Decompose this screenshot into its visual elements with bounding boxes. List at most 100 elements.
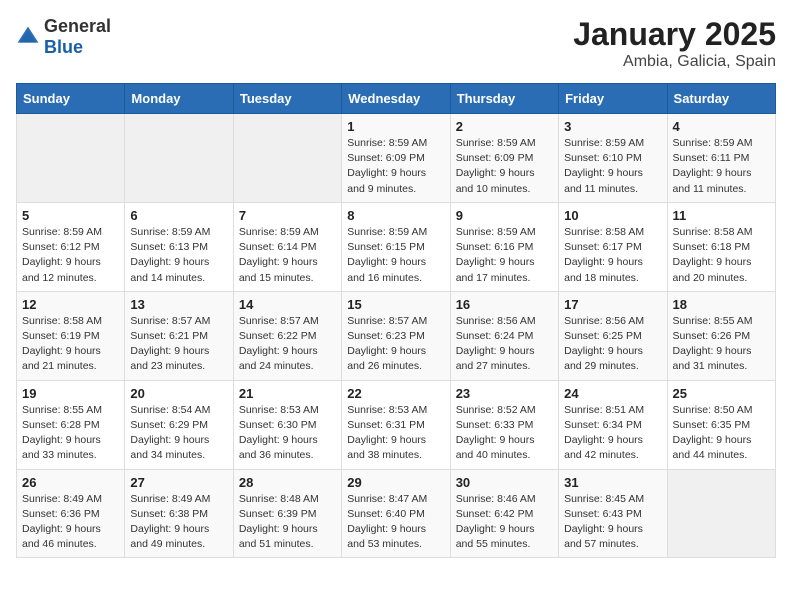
cell-w1d0: 5 Sunrise: 8:59 AMSunset: 6:12 PMDayligh… xyxy=(17,202,125,291)
day-number: 1 xyxy=(347,119,444,134)
day-number: 27 xyxy=(130,475,227,490)
cell-w3d5: 24 Sunrise: 8:51 AMSunset: 6:34 PMDaylig… xyxy=(559,380,667,469)
cell-w1d4: 9 Sunrise: 8:59 AMSunset: 6:16 PMDayligh… xyxy=(450,202,558,291)
cell-w1d2: 7 Sunrise: 8:59 AMSunset: 6:14 PMDayligh… xyxy=(233,202,341,291)
cell-w1d1: 6 Sunrise: 8:59 AMSunset: 6:13 PMDayligh… xyxy=(125,202,233,291)
day-number: 13 xyxy=(130,297,227,312)
day-number: 20 xyxy=(130,386,227,401)
week-row-1: 5 Sunrise: 8:59 AMSunset: 6:12 PMDayligh… xyxy=(17,202,776,291)
logo-icon xyxy=(16,25,40,49)
cell-w4d0: 26 Sunrise: 8:49 AMSunset: 6:36 PMDaylig… xyxy=(17,469,125,558)
day-number: 19 xyxy=(22,386,119,401)
header-sunday: Sunday xyxy=(17,84,125,114)
day-detail: Sunrise: 8:45 AMSunset: 6:43 PMDaylight:… xyxy=(564,493,644,551)
day-detail: Sunrise: 8:59 AMSunset: 6:16 PMDaylight:… xyxy=(456,226,536,284)
day-number: 6 xyxy=(130,208,227,223)
cell-w0d3: 1 Sunrise: 8:59 AMSunset: 6:09 PMDayligh… xyxy=(342,114,450,203)
day-detail: Sunrise: 8:49 AMSunset: 6:36 PMDaylight:… xyxy=(22,493,102,551)
day-number: 26 xyxy=(22,475,119,490)
day-number: 4 xyxy=(673,119,770,134)
day-detail: Sunrise: 8:50 AMSunset: 6:35 PMDaylight:… xyxy=(673,404,753,462)
day-number: 11 xyxy=(673,208,770,223)
logo: General Blue xyxy=(16,16,111,58)
day-number: 2 xyxy=(456,119,553,134)
day-detail: Sunrise: 8:54 AMSunset: 6:29 PMDaylight:… xyxy=(130,404,210,462)
day-detail: Sunrise: 8:59 AMSunset: 6:15 PMDaylight:… xyxy=(347,226,427,284)
cell-w3d2: 21 Sunrise: 8:53 AMSunset: 6:30 PMDaylig… xyxy=(233,380,341,469)
calendar-header: Sunday Monday Tuesday Wednesday Thursday… xyxy=(17,84,776,114)
day-number: 17 xyxy=(564,297,661,312)
day-number: 14 xyxy=(239,297,336,312)
day-number: 7 xyxy=(239,208,336,223)
day-detail: Sunrise: 8:46 AMSunset: 6:42 PMDaylight:… xyxy=(456,493,536,551)
cell-w3d3: 22 Sunrise: 8:53 AMSunset: 6:31 PMDaylig… xyxy=(342,380,450,469)
day-detail: Sunrise: 8:59 AMSunset: 6:14 PMDaylight:… xyxy=(239,226,319,284)
day-number: 24 xyxy=(564,386,661,401)
day-number: 15 xyxy=(347,297,444,312)
day-number: 16 xyxy=(456,297,553,312)
calendar-table: Sunday Monday Tuesday Wednesday Thursday… xyxy=(16,83,776,558)
header-row: Sunday Monday Tuesday Wednesday Thursday… xyxy=(17,84,776,114)
header-wednesday: Wednesday xyxy=(342,84,450,114)
day-number: 9 xyxy=(456,208,553,223)
cell-w2d5: 17 Sunrise: 8:56 AMSunset: 6:25 PMDaylig… xyxy=(559,291,667,380)
day-number: 5 xyxy=(22,208,119,223)
cell-w3d6: 25 Sunrise: 8:50 AMSunset: 6:35 PMDaylig… xyxy=(667,380,775,469)
header-tuesday: Tuesday xyxy=(233,84,341,114)
cell-w0d6: 4 Sunrise: 8:59 AMSunset: 6:11 PMDayligh… xyxy=(667,114,775,203)
day-number: 31 xyxy=(564,475,661,490)
day-detail: Sunrise: 8:51 AMSunset: 6:34 PMDaylight:… xyxy=(564,404,644,462)
day-number: 30 xyxy=(456,475,553,490)
day-number: 23 xyxy=(456,386,553,401)
header-thursday: Thursday xyxy=(450,84,558,114)
day-number: 28 xyxy=(239,475,336,490)
day-number: 18 xyxy=(673,297,770,312)
title-area: January 2025 Ambia, Galicia, Spain xyxy=(573,16,776,71)
day-number: 3 xyxy=(564,119,661,134)
day-detail: Sunrise: 8:59 AMSunset: 6:10 PMDaylight:… xyxy=(564,137,644,195)
day-number: 10 xyxy=(564,208,661,223)
cell-w4d2: 28 Sunrise: 8:48 AMSunset: 6:39 PMDaylig… xyxy=(233,469,341,558)
day-detail: Sunrise: 8:57 AMSunset: 6:23 PMDaylight:… xyxy=(347,315,427,373)
day-detail: Sunrise: 8:58 AMSunset: 6:18 PMDaylight:… xyxy=(673,226,753,284)
cell-w2d1: 13 Sunrise: 8:57 AMSunset: 6:21 PMDaylig… xyxy=(125,291,233,380)
week-row-2: 12 Sunrise: 8:58 AMSunset: 6:19 PMDaylig… xyxy=(17,291,776,380)
cell-w1d6: 11 Sunrise: 8:58 AMSunset: 6:18 PMDaylig… xyxy=(667,202,775,291)
day-detail: Sunrise: 8:53 AMSunset: 6:30 PMDaylight:… xyxy=(239,404,319,462)
page-subtitle: Ambia, Galicia, Spain xyxy=(573,53,776,71)
cell-w2d3: 15 Sunrise: 8:57 AMSunset: 6:23 PMDaylig… xyxy=(342,291,450,380)
day-detail: Sunrise: 8:58 AMSunset: 6:17 PMDaylight:… xyxy=(564,226,644,284)
cell-w2d4: 16 Sunrise: 8:56 AMSunset: 6:24 PMDaylig… xyxy=(450,291,558,380)
day-detail: Sunrise: 8:56 AMSunset: 6:24 PMDaylight:… xyxy=(456,315,536,373)
day-detail: Sunrise: 8:49 AMSunset: 6:38 PMDaylight:… xyxy=(130,493,210,551)
cell-w0d1 xyxy=(125,114,233,203)
header: General Blue January 2025 Ambia, Galicia… xyxy=(16,16,776,71)
day-detail: Sunrise: 8:47 AMSunset: 6:40 PMDaylight:… xyxy=(347,493,427,551)
cell-w0d2 xyxy=(233,114,341,203)
day-detail: Sunrise: 8:59 AMSunset: 6:11 PMDaylight:… xyxy=(673,137,753,195)
cell-w4d6 xyxy=(667,469,775,558)
cell-w4d4: 30 Sunrise: 8:46 AMSunset: 6:42 PMDaylig… xyxy=(450,469,558,558)
day-detail: Sunrise: 8:58 AMSunset: 6:19 PMDaylight:… xyxy=(22,315,102,373)
header-monday: Monday xyxy=(125,84,233,114)
day-detail: Sunrise: 8:55 AMSunset: 6:26 PMDaylight:… xyxy=(673,315,753,373)
cell-w4d1: 27 Sunrise: 8:49 AMSunset: 6:38 PMDaylig… xyxy=(125,469,233,558)
cell-w4d3: 29 Sunrise: 8:47 AMSunset: 6:40 PMDaylig… xyxy=(342,469,450,558)
day-number: 22 xyxy=(347,386,444,401)
day-detail: Sunrise: 8:53 AMSunset: 6:31 PMDaylight:… xyxy=(347,404,427,462)
day-detail: Sunrise: 8:55 AMSunset: 6:28 PMDaylight:… xyxy=(22,404,102,462)
day-detail: Sunrise: 8:59 AMSunset: 6:13 PMDaylight:… xyxy=(130,226,210,284)
header-friday: Friday xyxy=(559,84,667,114)
cell-w3d0: 19 Sunrise: 8:55 AMSunset: 6:28 PMDaylig… xyxy=(17,380,125,469)
cell-w1d3: 8 Sunrise: 8:59 AMSunset: 6:15 PMDayligh… xyxy=(342,202,450,291)
page-title: January 2025 xyxy=(573,16,776,53)
day-detail: Sunrise: 8:59 AMSunset: 6:12 PMDaylight:… xyxy=(22,226,102,284)
calendar-body: 1 Sunrise: 8:59 AMSunset: 6:09 PMDayligh… xyxy=(17,114,776,558)
week-row-0: 1 Sunrise: 8:59 AMSunset: 6:09 PMDayligh… xyxy=(17,114,776,203)
logo-text: General Blue xyxy=(44,16,111,58)
logo-general: General xyxy=(44,16,111,36)
week-row-3: 19 Sunrise: 8:55 AMSunset: 6:28 PMDaylig… xyxy=(17,380,776,469)
cell-w0d4: 2 Sunrise: 8:59 AMSunset: 6:09 PMDayligh… xyxy=(450,114,558,203)
cell-w4d5: 31 Sunrise: 8:45 AMSunset: 6:43 PMDaylig… xyxy=(559,469,667,558)
cell-w1d5: 10 Sunrise: 8:58 AMSunset: 6:17 PMDaylig… xyxy=(559,202,667,291)
